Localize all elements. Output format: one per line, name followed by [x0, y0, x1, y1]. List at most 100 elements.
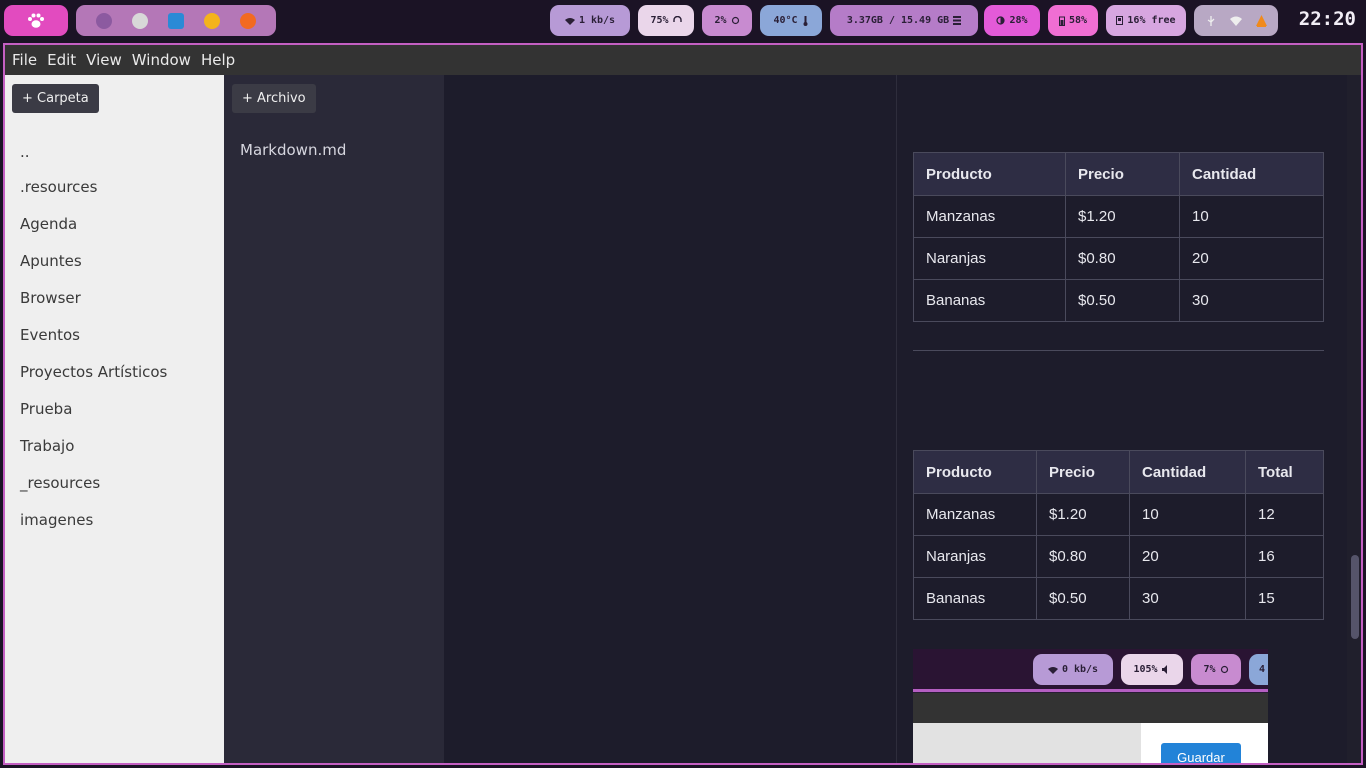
headphones-icon	[672, 16, 682, 25]
menu-file[interactable]: File	[12, 51, 37, 69]
table-cell: $1.20	[1065, 195, 1180, 238]
folder-item[interactable]: Prueba	[20, 400, 72, 418]
table-cell: $0.80	[1036, 535, 1130, 578]
table-cell: Naranjas	[913, 237, 1066, 280]
markdown-editor[interactable]	[444, 75, 896, 763]
vscode-icon[interactable]	[168, 13, 184, 29]
embedded-temperature-indicator: 4	[1249, 654, 1268, 685]
table-cell: $1.20	[1036, 493, 1130, 536]
scrollbar-thumb[interactable]	[1351, 555, 1359, 639]
table-cell: 20	[1129, 535, 1246, 578]
table-cell: 15	[1245, 577, 1324, 620]
embedded-network-indicator: 0 kb/s	[1033, 654, 1113, 685]
table-cell: 10	[1179, 195, 1324, 238]
launcher-button[interactable]	[4, 5, 68, 36]
table-header-row: Producto Precio Cantidad Total	[913, 450, 1324, 494]
memory-icon	[953, 16, 962, 25]
new-file-button[interactable]: + Archivo	[232, 84, 316, 113]
brave-icon[interactable]	[240, 13, 256, 29]
brightness-icon	[996, 16, 1006, 25]
disk-indicator[interactable]: 16% free	[1106, 5, 1186, 36]
table-cell: 30	[1179, 279, 1324, 322]
folder-item[interactable]: Proyectos Artísticos	[20, 363, 167, 381]
folder-item[interactable]: Browser	[20, 289, 81, 307]
embedded-save-button: Guardar	[1161, 743, 1241, 763]
disk-icon	[1116, 16, 1124, 25]
battery-indicator[interactable]: 58%	[1048, 5, 1098, 36]
table-cell: $0.50	[1036, 577, 1130, 620]
markdown-preview: Producto Precio Cantidad Manzanas $1.20 …	[897, 75, 1347, 763]
network-indicator[interactable]: 1 kb/s	[550, 5, 630, 36]
table-row: Manzanas $1.20 10	[913, 195, 1324, 238]
table-header: Precio	[1036, 450, 1130, 494]
wifi-tray-icon[interactable]	[1229, 16, 1242, 26]
table-header: Cantidad	[1129, 450, 1246, 494]
vlc-icon[interactable]	[1255, 14, 1267, 27]
folder-item[interactable]: Trabajo	[20, 437, 74, 455]
clipped-heading	[913, 75, 1073, 77]
table-cell: 12	[1245, 493, 1324, 536]
folder-item[interactable]: Agenda	[20, 215, 77, 233]
memory-indicator[interactable]: 3.37GB / 15.49 GB	[830, 5, 978, 36]
folder-item[interactable]: imagenes	[20, 511, 93, 529]
folder-item[interactable]: _resources	[20, 474, 100, 492]
cpu-indicator[interactable]: 2%	[702, 5, 752, 36]
table-cell: 30	[1129, 577, 1246, 620]
embedded-menu-bar	[913, 693, 1268, 723]
brightness-indicator[interactable]: 28%	[984, 5, 1040, 36]
horizontal-rule	[913, 350, 1324, 351]
finder-icon[interactable]	[132, 13, 148, 29]
search-icon[interactable]	[96, 13, 112, 29]
speaker-icon	[1161, 665, 1171, 674]
embedded-left-pane	[913, 723, 1141, 763]
table-header: Producto	[913, 450, 1037, 494]
table-header: Total	[1245, 450, 1324, 494]
menu-edit[interactable]: Edit	[47, 51, 76, 69]
table-cell: 10	[1129, 493, 1246, 536]
app-dock	[76, 5, 276, 36]
table-cell: $0.80	[1065, 237, 1180, 280]
table-row: Naranjas $0.80 20	[913, 237, 1324, 280]
app-window: File Edit View Window Help + Carpeta .. …	[3, 43, 1363, 765]
table-products-total: Producto Precio Cantidad Total Manzanas …	[913, 450, 1324, 620]
tray	[1194, 5, 1278, 36]
table-header: Cantidad	[1179, 152, 1324, 196]
new-folder-button[interactable]: + Carpeta	[12, 84, 99, 113]
usb-icon[interactable]	[1206, 15, 1216, 26]
file-item[interactable]: Markdown.md	[240, 141, 346, 159]
wifi-icon	[1047, 666, 1058, 674]
table-cell: Bananas	[913, 577, 1037, 620]
status-bar: 1 kb/s 75% 2% 40°C 3.37GB / 15.49 GB 28%…	[0, 0, 1366, 42]
menu-bar: File Edit View Window Help	[5, 45, 1361, 75]
folder-item[interactable]: Eventos	[20, 326, 80, 344]
menu-help[interactable]: Help	[201, 51, 235, 69]
table-cell: $0.50	[1065, 279, 1180, 322]
table-row: Bananas $0.50 30	[913, 279, 1324, 322]
embedded-screenshot-image: 0 kb/s 105% 7% 4 Guardar	[913, 649, 1268, 763]
menu-view[interactable]: View	[86, 51, 122, 69]
folder-item[interactable]: .resources	[20, 178, 97, 196]
cpu-icon	[731, 16, 740, 25]
preview-scrollbar[interactable]	[1347, 75, 1361, 763]
embedded-cpu-indicator: 7%	[1191, 654, 1241, 685]
table-cell: Manzanas	[913, 195, 1066, 238]
clock: 22:20	[1298, 8, 1356, 30]
thermometer-icon	[802, 15, 809, 26]
table-cell: Naranjas	[913, 535, 1037, 578]
table-cell: Bananas	[913, 279, 1066, 322]
media-player-icon[interactable]	[204, 13, 220, 29]
menu-window[interactable]: Window	[132, 51, 191, 69]
folders-pane: + Carpeta .. .resources Agenda Apuntes B…	[5, 75, 224, 763]
table-header: Precio	[1065, 152, 1180, 196]
volume-indicator[interactable]: 75%	[638, 5, 694, 36]
table-cell: Manzanas	[913, 493, 1037, 536]
folder-item[interactable]: Apuntes	[20, 252, 82, 270]
battery-icon	[1058, 16, 1065, 26]
folder-item[interactable]: ..	[20, 143, 30, 161]
table-cell: 16	[1245, 535, 1324, 578]
table-header-row: Producto Precio Cantidad	[913, 152, 1324, 196]
cpu-icon	[1220, 665, 1229, 674]
embedded-window-border	[913, 689, 1268, 692]
paw-icon	[28, 13, 44, 28]
temperature-indicator[interactable]: 40°C	[760, 5, 822, 36]
